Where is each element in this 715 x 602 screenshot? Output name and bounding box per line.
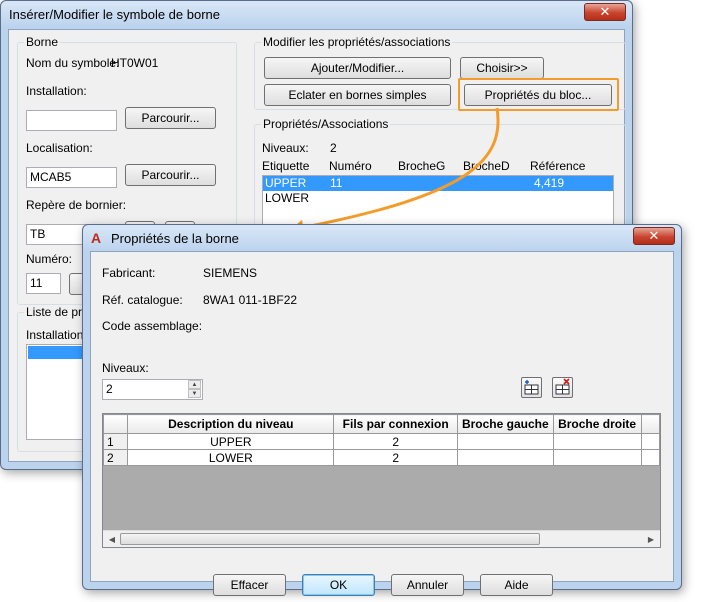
cell-right-pin[interactable]: [552, 449, 642, 466]
symbol-name-label: Nom du symbole:: [26, 56, 120, 70]
bornier-label: Repère de bornier:: [26, 198, 127, 212]
localisation-label: Localisation:: [26, 141, 93, 155]
cell-wires[interactable]: 2: [333, 433, 458, 450]
manufacturer-value: SIEMENS: [203, 266, 258, 280]
table-row[interactable]: 1 UPPER 2: [103, 433, 660, 450]
clear-button[interactable]: Effacer: [213, 574, 286, 596]
main-window-title: Insérer/Modifier le symbole de borne: [9, 7, 220, 22]
row-index: 2: [103, 449, 129, 466]
col-reference: Référence: [530, 159, 586, 173]
dialog-client: Fabricant: SIEMENS Réf. catalogue: 8WA1 …: [90, 251, 674, 596]
scroll-left-arrow[interactable]: ◀: [105, 533, 119, 546]
cell-description[interactable]: UPPER: [127, 433, 335, 450]
add-modify-button[interactable]: Ajouter/Modifier...: [264, 57, 451, 79]
levels-down-arrow[interactable]: ▼: [188, 389, 201, 398]
levels-up-arrow[interactable]: ▲: [188, 380, 201, 389]
scroll-thumb[interactable]: [120, 533, 540, 545]
header-right-pin[interactable]: Broche droite: [552, 414, 642, 434]
choose-button[interactable]: Choisir>>: [460, 57, 544, 79]
explode-button[interactable]: Eclater en bornes simples: [264, 84, 451, 106]
col-numero: Numéro: [329, 159, 372, 173]
main-titlebar[interactable]: Insérer/Modifier le symbole de borne ✕: [1, 1, 632, 27]
autocad-logo-icon: A: [91, 230, 102, 246]
terminal-properties-dialog: A Propriétés de la borne ✕ Fabricant: SI…: [82, 224, 682, 596]
main-close-button[interactable]: ✕: [584, 3, 626, 21]
table-row[interactable]: 2 LOWER 2: [103, 449, 660, 466]
cell-left-pin[interactable]: [456, 433, 554, 450]
cell-description[interactable]: LOWER: [127, 449, 335, 466]
list-column-installation: Installation: [26, 328, 84, 342]
col-brocheD: BrocheD: [463, 159, 510, 173]
dialog-levels-label: Niveaux:: [102, 361, 149, 375]
cancel-button[interactable]: Annuler: [391, 574, 464, 596]
catalog-value: 8WA1 011-1BF22: [203, 293, 298, 307]
borne-group-title: Borne: [24, 35, 61, 49]
manufacturer-label: Fabricant:: [102, 266, 156, 280]
cell-wires[interactable]: 2: [333, 449, 458, 466]
row-index: 1: [103, 433, 129, 450]
levels-header-row: Description du niveau Fils par connexion…: [103, 414, 660, 434]
row-header-corner: [103, 414, 129, 434]
delete-level-button[interactable]: [552, 377, 573, 398]
block-properties-highlight: [458, 78, 619, 111]
cell-extra: [640, 449, 660, 466]
levels-grid[interactable]: Description du niveau Fils par connexion…: [102, 413, 661, 548]
help-button[interactable]: Aide: [480, 574, 553, 596]
header-left-pin[interactable]: Broche gauche: [456, 414, 554, 434]
delete-row-icon: [555, 378, 570, 395]
header-extra: [640, 414, 660, 434]
row-upper-reference: 4,419: [534, 176, 565, 190]
dialog-title: Propriétés de la borne: [111, 231, 239, 246]
cell-left-pin[interactable]: [456, 449, 554, 466]
installation-input[interactable]: [26, 110, 117, 131]
grid-horizontal-scrollbar[interactable]: ◀ ▶: [103, 530, 660, 547]
insert-row-icon: [524, 380, 539, 395]
dialog-close-button[interactable]: ✕: [633, 227, 675, 245]
dialog-levels-stepper[interactable]: 2 ▲ ▼: [102, 379, 203, 400]
header-description[interactable]: Description du niveau: [127, 414, 335, 434]
dialog-titlebar[interactable]: A Propriétés de la borne ✕: [83, 225, 681, 251]
localisation-browse-button[interactable]: Parcourir...: [125, 164, 216, 186]
symbol-name-value: HT0W01: [111, 56, 159, 70]
levels-value: 2: [330, 141, 337, 155]
numero-input[interactable]: 11: [26, 273, 61, 294]
levels-label: Niveaux:: [262, 141, 309, 155]
modify-group-title: Modifier les propriétés/associations: [261, 35, 453, 49]
dialog-levels-value: 2: [106, 382, 113, 396]
catalog-label: Réf. catalogue:: [102, 293, 183, 307]
assembly-label: Code assemblage:: [102, 319, 203, 333]
col-etiquette: Etiquette: [262, 159, 310, 173]
installation-browse-button[interactable]: Parcourir...: [125, 107, 216, 129]
installation-label: Installation:: [26, 84, 87, 98]
col-brocheg: BrocheG: [398, 159, 446, 173]
localisation-input[interactable]: MCAB5: [26, 167, 117, 188]
row-lower-etiquette: LOWER: [265, 191, 310, 205]
ok-button[interactable]: OK: [302, 574, 375, 596]
association-row-upper[interactable]: UPPER 11 4,419: [263, 176, 613, 191]
levels-table: Description du niveau Fils par connexion…: [103, 414, 660, 466]
numero-label: Numéro:: [26, 252, 73, 266]
listbox-selected-row[interactable]: [28, 346, 89, 359]
row-upper-numero: 11: [330, 176, 343, 190]
scroll-right-arrow[interactable]: ▶: [644, 533, 658, 546]
properties-group-title: Propriétés/Associations: [261, 117, 391, 131]
insert-level-button[interactable]: [521, 377, 542, 398]
cell-right-pin[interactable]: [552, 433, 642, 450]
association-row-lower[interactable]: LOWER: [263, 191, 613, 206]
row-upper-etiquette: UPPER: [265, 176, 307, 190]
header-wires[interactable]: Fils par connexion: [333, 414, 458, 434]
cell-extra: [640, 433, 660, 450]
